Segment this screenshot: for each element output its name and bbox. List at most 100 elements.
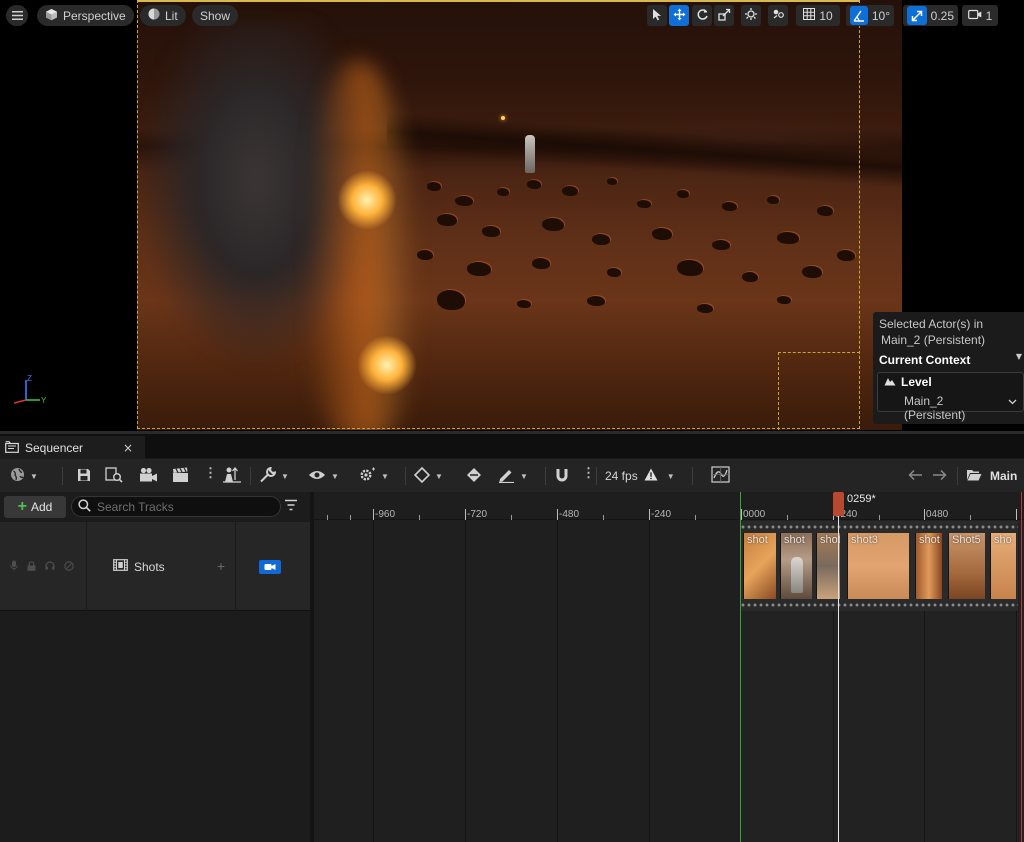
scale-snap-value: 0.25 — [930, 8, 954, 23]
chevron-down-icon: ▼ — [281, 471, 289, 481]
chevron-down-icon: ▼ — [666, 471, 675, 481]
save-button[interactable] — [77, 466, 91, 486]
select-tool-button[interactable] — [647, 5, 667, 26]
create-camera-button[interactable] — [172, 466, 190, 486]
playback-end-marker[interactable] — [1021, 492, 1022, 842]
lock-icon[interactable] — [27, 560, 36, 574]
sequencer-toolbar: ▼ ⋮ ▼ ▼ ▼ ▼ ▼ ⋮ 24 fps ▼ Main — [0, 459, 1024, 492]
more-options-icon[interactable]: ⋮ — [582, 465, 595, 481]
camera-speed-value: 1 — [985, 8, 993, 23]
current-context-label: Current Context — [879, 353, 971, 367]
timeline-area[interactable]: -960 -720 -480 -240 0000 0240 0480 shot … — [314, 492, 1024, 842]
rotation-snap-value: 10° — [871, 8, 890, 23]
shots-filmstrip[interactable]: shot shot shot shot3 shot Shot5 sho — [740, 521, 1018, 611]
shot-clip[interactable]: Shot5 — [948, 533, 985, 599]
grid-snap-button[interactable]: 10 — [796, 5, 840, 26]
scene-render — [137, 0, 902, 430]
playhead-line[interactable] — [838, 492, 839, 842]
close-tab-icon[interactable]: × — [123, 442, 133, 454]
cursor-arrow-icon — [652, 8, 662, 24]
arrow-right-icon — [932, 469, 947, 484]
scale-tool-button[interactable] — [714, 5, 734, 26]
ruler-label: -960 — [375, 509, 396, 520]
microphone-icon[interactable] — [10, 560, 18, 574]
find-in-content-button[interactable] — [105, 466, 123, 486]
tab-bar: Sequencer × — [0, 432, 1024, 460]
shots-track-row[interactable]: Shots + — [0, 521, 310, 612]
shot-clip[interactable]: shot3 — [847, 533, 909, 599]
breadcrumb-label: Main — [990, 469, 1018, 483]
shot-label: Shot5 — [952, 534, 981, 546]
add-track-button[interactable]: + Add — [4, 496, 66, 518]
shot-label: shot3 — [851, 534, 878, 546]
find-asset-icon — [105, 466, 123, 486]
world-menu-button[interactable]: ▼ — [10, 466, 38, 486]
tab-sequencer-label: Sequencer — [25, 441, 84, 455]
search-tracks-input[interactable] — [97, 499, 277, 514]
frame-rate-button[interactable]: 24 fps ▼ — [605, 466, 675, 486]
search-tracks-field[interactable] — [71, 496, 281, 517]
add-shot-plus-icon[interactable]: + — [217, 558, 225, 574]
rotate-tool-button[interactable] — [692, 5, 712, 26]
level-selector[interactable]: Level Main_2 (Persistent) — [877, 372, 1024, 422]
wrench-icon — [259, 466, 277, 486]
sequencer-icon — [5, 440, 19, 456]
astronaut-figure — [525, 135, 535, 173]
chevron-down-icon: ▼ — [1015, 352, 1022, 361]
disable-icon[interactable] — [64, 560, 74, 574]
perspective-button[interactable]: Perspective — [37, 5, 134, 26]
curve-editor-button[interactable] — [711, 466, 730, 486]
level-viewport[interactable]: Perspective Lit Show 10 10° 0.25 1 Z Y S… — [0, 0, 1024, 432]
filter-icon[interactable] — [284, 499, 300, 513]
ruler-label: 0480 — [926, 509, 949, 520]
scale-snap-button[interactable]: 0.25 — [903, 5, 958, 26]
clapperboard-icon — [172, 467, 190, 486]
back-button[interactable] — [908, 466, 923, 486]
transform-space-icon — [744, 7, 758, 24]
camera-speed-button[interactable]: 1 — [962, 5, 998, 26]
shot-clip[interactable]: shot — [780, 533, 812, 599]
shot-label: shot — [919, 534, 940, 546]
shot-clip[interactable]: shot — [743, 533, 776, 599]
world-local-toggle[interactable] — [741, 5, 761, 26]
forward-button[interactable] — [932, 466, 947, 486]
snap-toggle-button[interactable] — [554, 466, 570, 486]
playback-options-button[interactable]: ▼ — [358, 466, 389, 486]
cube-icon — [45, 8, 58, 24]
render-movie-button[interactable] — [139, 466, 158, 486]
chevron-down-icon: ▼ — [435, 471, 443, 481]
surface-snap-icon — [771, 7, 785, 24]
grid-icon — [803, 8, 816, 23]
actors-to-sequencer-button[interactable] — [222, 466, 242, 486]
breadcrumb-main[interactable]: Main — [966, 466, 1017, 486]
movie-camera-icon — [139, 467, 158, 486]
shot-clip[interactable]: sho — [990, 533, 1016, 599]
rotation-snap-button[interactable]: 10° — [846, 5, 894, 26]
chevron-down-icon: ▼ — [331, 471, 339, 481]
more-options-icon[interactable]: ⋮ — [204, 465, 217, 481]
headphones-icon[interactable] — [45, 561, 55, 573]
camera-lock-button[interactable] — [259, 560, 281, 574]
edit-mode-button[interactable]: ▼ — [498, 466, 528, 486]
view-options-button[interactable]: ▼ — [308, 466, 339, 486]
surface-snap-button[interactable] — [768, 5, 788, 26]
time-ruler[interactable]: -960 -720 -480 -240 0000 0240 0480 — [314, 492, 1024, 520]
tab-sequencer[interactable]: Sequencer × — [0, 436, 145, 460]
chevron-down-icon: ▼ — [520, 471, 528, 481]
playback-start-marker[interactable] — [740, 492, 741, 842]
show-button[interactable]: Show — [192, 5, 239, 26]
current-context-header[interactable]: Current Context ▼ — [873, 352, 1024, 368]
translate-tool-button[interactable] — [669, 5, 689, 26]
camera-icon — [967, 9, 982, 23]
viewport-menu-button[interactable] — [6, 5, 28, 26]
scale-icon — [717, 8, 731, 24]
auto-key-button[interactable] — [466, 466, 482, 486]
track-name: Shots — [134, 559, 165, 574]
shot-clip[interactable]: shot — [816, 533, 840, 599]
tools-menu-button[interactable]: ▼ — [259, 466, 289, 486]
key-diamond-icon — [413, 466, 431, 486]
key-interp-button[interactable]: ▼ — [413, 466, 443, 486]
shot-clip[interactable]: shot — [915, 533, 942, 599]
lit-mode-button[interactable]: Lit — [140, 5, 186, 26]
playhead-handle[interactable] — [833, 492, 844, 516]
